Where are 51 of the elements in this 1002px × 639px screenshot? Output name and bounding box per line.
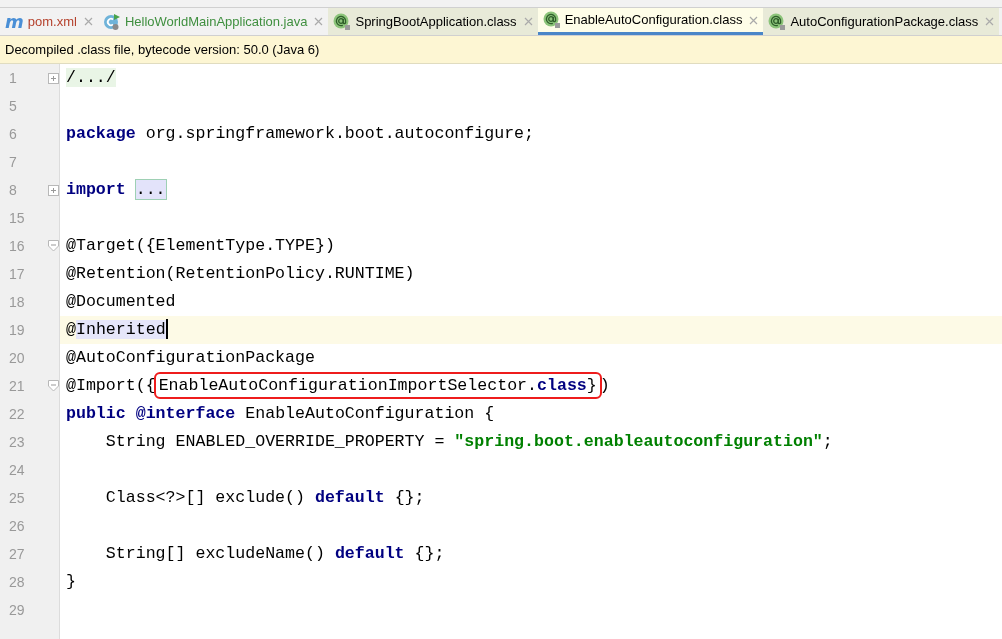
class-icon — [102, 12, 121, 31]
fold-expand-icon[interactable] — [48, 184, 59, 196]
code-line: package org.springframework.boot.autoconfigure; — [66, 122, 535, 145]
code-line: Class<?>[] exclude() default {}; — [104, 486, 425, 509]
code-line: String[] excludeName() default {}; — [104, 542, 445, 565]
line-number: 16 — [9, 236, 25, 256]
line-number: 15 — [9, 208, 25, 228]
line-number: 6 — [9, 124, 17, 144]
code-line: String ENABLED_OVERRIDE_PROPERTY = "spring.boot.enableautoconfiguration"; — [104, 430, 833, 453]
code-line: public @interface EnableAutoConfiguration { — [66, 402, 495, 425]
annotation-icon — [542, 11, 561, 29]
maven-icon: m — [5, 12, 24, 31]
code-line: @Retention(RetentionPolicy.RUNTIME) — [66, 262, 415, 285]
code-line: @AutoConfigurationPackage — [66, 346, 315, 369]
close-icon[interactable] — [985, 17, 995, 26]
line-number: 27 — [9, 544, 25, 564]
code-line: import ... — [66, 178, 166, 201]
line-number: 22 — [9, 404, 25, 424]
code-line: @Documented — [66, 290, 176, 313]
code-line: @Import({ EnableAutoConfigurationImportSelector.class} ) — [66, 373, 610, 399]
fold-collapse-icon[interactable] — [48, 380, 59, 392]
editor-tab[interactable]: SpringBootApplication.class — [328, 8, 538, 35]
line-number: 18 — [9, 292, 25, 312]
fold-expand-icon[interactable] — [48, 72, 59, 84]
line-number: 21 — [9, 376, 25, 396]
line-number: 19 — [9, 320, 25, 340]
line-number: 20 — [9, 348, 25, 368]
line-number: 17 — [9, 264, 25, 284]
decompiled-notice: Decompiled .class file, bytecode version: 50.0 (Java 6) — [0, 36, 1002, 64]
code-line: @Inherited — [66, 318, 168, 342]
annotation-icon — [768, 12, 787, 31]
editor-tab[interactable]: AutoConfigurationPackage.class — [763, 8, 1000, 35]
line-number: 23 — [9, 432, 25, 452]
close-icon[interactable] — [83, 17, 93, 26]
line-number: 26 — [9, 516, 25, 536]
close-icon[interactable] — [314, 17, 324, 26]
code-line: @Target({ElementType.TYPE}) — [66, 234, 335, 257]
close-icon[interactable] — [749, 15, 759, 25]
editor-tab[interactable]: EnableAutoConfiguration.class — [537, 8, 764, 35]
line-number: 1 — [9, 68, 17, 88]
fold-collapse-icon[interactable] — [48, 240, 59, 252]
line-number: 5 — [9, 96, 17, 116]
line-number: 28 — [9, 572, 25, 592]
line-number: 8 — [9, 180, 17, 200]
line-number: 24 — [9, 460, 25, 480]
code-line: } — [66, 570, 76, 593]
line-number: 29 — [9, 600, 25, 620]
line-number: 25 — [9, 488, 25, 508]
line-number: 7 — [9, 152, 17, 172]
close-icon[interactable] — [523, 17, 533, 26]
annotation-icon — [333, 12, 352, 31]
